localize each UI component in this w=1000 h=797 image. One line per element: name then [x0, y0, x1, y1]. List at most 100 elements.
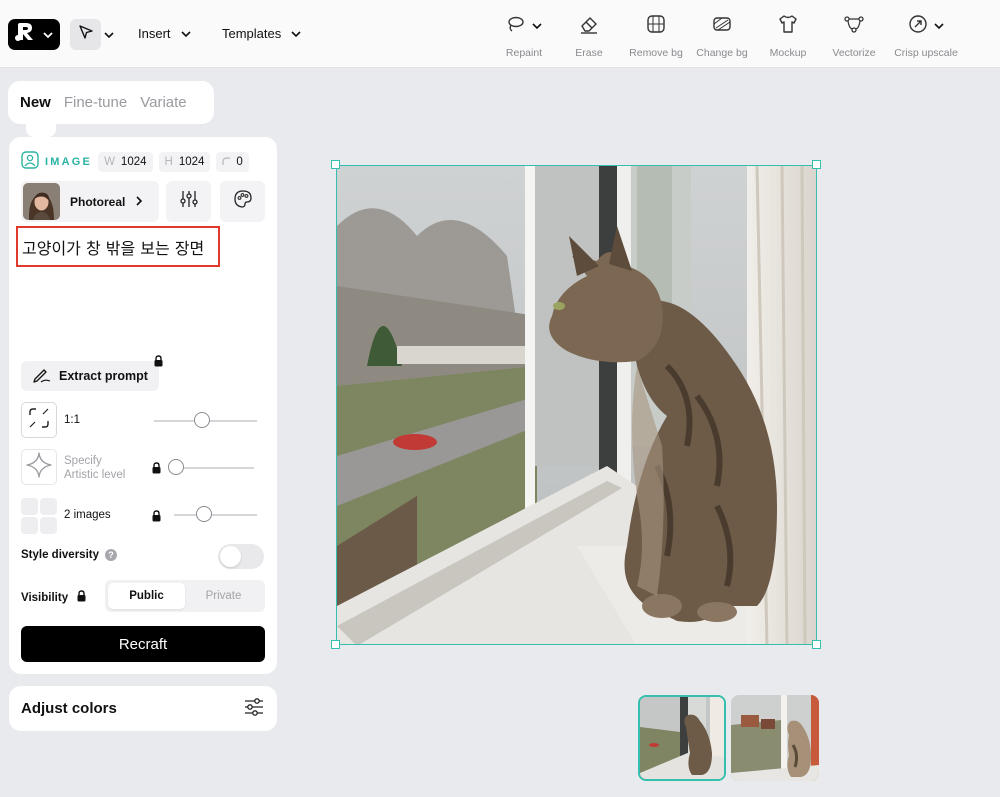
erase-tool[interactable]: Erase	[554, 14, 624, 59]
width-field[interactable]: W 1024	[98, 151, 153, 172]
artistic-level-slider[interactable]	[177, 467, 254, 469]
visibility-private-option[interactable]: Private	[185, 583, 262, 609]
generated-image-frame[interactable]	[336, 165, 817, 645]
aspect-ratio-slider-handle[interactable]	[194, 412, 210, 428]
sparkle-icon	[25, 451, 53, 484]
extract-prompt-button[interactable]: Extract prompt	[21, 361, 159, 391]
aspect-ratio-icon	[28, 407, 50, 434]
lock-icon	[151, 509, 162, 527]
templates-menu[interactable]: Templates	[222, 26, 301, 41]
lasso-icon	[506, 15, 526, 38]
chevron-right-icon	[135, 195, 143, 209]
chevron-down-icon[interactable]	[104, 26, 114, 44]
color-palette-button[interactable]	[220, 181, 265, 222]
panel-connector	[26, 124, 56, 137]
tshirt-icon	[778, 14, 798, 39]
chevron-down-icon	[532, 17, 542, 35]
artistic-level-line2: Artistic level	[64, 469, 126, 481]
change-bg-tool[interactable]: Change bg	[687, 14, 757, 59]
artistic-level-button[interactable]	[21, 449, 57, 485]
insert-menu[interactable]: Insert	[138, 26, 191, 41]
settings-sliders-button[interactable]	[166, 181, 211, 222]
corner-radius-field[interactable]: 0	[216, 151, 249, 172]
mode-tabs: New Fine-tune Variate	[8, 81, 214, 124]
generated-cat-image	[337, 166, 816, 644]
crisp-upscale-tool[interactable]: Crisp upscale	[891, 14, 961, 59]
image-count-slider-handle[interactable]	[196, 506, 212, 522]
remove-bg-tool[interactable]: Remove bg	[621, 14, 691, 59]
change-bg-label: Change bg	[696, 47, 748, 59]
app-menu-button[interactable]	[8, 19, 60, 50]
width-key: W	[104, 155, 115, 168]
repaint-tool[interactable]: Repaint	[489, 14, 559, 59]
chevron-down-icon	[934, 17, 944, 35]
variant-thumbnail-1[interactable]	[638, 695, 726, 781]
image-count-slider[interactable]	[174, 514, 257, 516]
generation-panel: IMAGE W 1024 H 1024 0 Photoreal 고양이가 창 밖…	[9, 137, 277, 674]
templates-menu-label: Templates	[222, 26, 282, 41]
corner-radius-icon	[222, 156, 231, 168]
sliders-icon	[179, 189, 199, 214]
tab-fine-tune[interactable]: Fine-tune	[64, 94, 127, 111]
resize-handle-bottom-left[interactable]	[331, 640, 340, 649]
image-settings-row: IMAGE W 1024 H 1024 0	[21, 151, 249, 172]
mockup-tool[interactable]: Mockup	[753, 14, 823, 59]
resize-handle-top-left[interactable]	[331, 160, 340, 169]
vector-nodes-icon	[843, 14, 865, 39]
style-selector-button[interactable]: Photoreal	[21, 181, 159, 222]
tab-variate[interactable]: Variate	[140, 94, 186, 111]
image-count-label: 2 images	[64, 509, 111, 521]
palette-icon	[233, 189, 253, 214]
visibility-segmented-control: Public Private	[105, 580, 265, 612]
adjust-colors-label: Adjust colors	[21, 700, 117, 717]
chevron-down-icon	[180, 26, 191, 41]
mockup-label: Mockup	[769, 47, 807, 59]
adjust-colors-panel[interactable]: Adjust colors	[9, 686, 277, 731]
style-diversity-row: Style diversity ?	[21, 549, 117, 561]
recraft-logo-icon	[15, 22, 37, 47]
insert-menu-label: Insert	[138, 26, 171, 41]
style-thumbnail	[23, 183, 60, 220]
visibility-label: Visibility	[21, 591, 69, 604]
width-value: 1024	[120, 155, 147, 168]
resize-handle-top-right[interactable]	[812, 160, 821, 169]
visibility-public-option[interactable]: Public	[108, 583, 185, 609]
select-tool-button[interactable]	[70, 19, 101, 50]
eraser-icon	[579, 14, 599, 39]
resize-handle-bottom-right[interactable]	[812, 640, 821, 649]
recraft-button[interactable]: Recraft	[21, 626, 265, 662]
lock-icon	[151, 461, 162, 479]
chevron-down-icon	[43, 26, 53, 44]
height-field[interactable]: H 1024	[158, 151, 211, 172]
lock-icon	[153, 354, 164, 372]
aspect-ratio-button[interactable]	[21, 402, 57, 438]
style-name-label: Photoreal	[70, 194, 126, 209]
image-count-icon	[21, 498, 57, 534]
tab-new[interactable]: New	[20, 94, 51, 111]
upscale-icon	[908, 14, 928, 39]
variant-thumbnail-2[interactable]	[731, 695, 819, 781]
artistic-level-line1: Specify	[64, 455, 102, 467]
change-bg-icon	[712, 14, 732, 39]
help-question-icon[interactable]: ?	[104, 549, 117, 561]
artistic-level-slider-handle[interactable]	[168, 459, 184, 475]
height-value: 1024	[178, 155, 205, 168]
lock-icon	[76, 590, 87, 605]
top-toolbar: Insert Templates Repaint Erase Remove bg…	[0, 0, 1000, 68]
remove-bg-label: Remove bg	[629, 47, 683, 59]
aspect-ratio-label: 1:1	[64, 414, 80, 426]
repaint-label: Repaint	[505, 47, 543, 59]
extract-prompt-label: Extract prompt	[59, 369, 148, 383]
prompt-text: 고양이가 창 밖을 보는 장면	[22, 238, 205, 258]
remove-bg-icon	[646, 14, 666, 39]
chevron-down-icon	[291, 26, 301, 41]
vectorize-tool[interactable]: Vectorize	[819, 14, 889, 59]
style-diversity-toggle[interactable]	[218, 544, 264, 569]
toggle-knob	[220, 546, 241, 567]
style-diversity-label: Style diversity	[21, 549, 99, 561]
prompt-input[interactable]: 고양이가 창 밖을 보는 장면	[16, 226, 220, 267]
thumbnail-cat-image	[731, 695, 819, 781]
pen-signature-icon	[31, 367, 51, 386]
image-type-label: IMAGE	[45, 155, 93, 168]
adjust-sliders-icon	[243, 697, 265, 721]
